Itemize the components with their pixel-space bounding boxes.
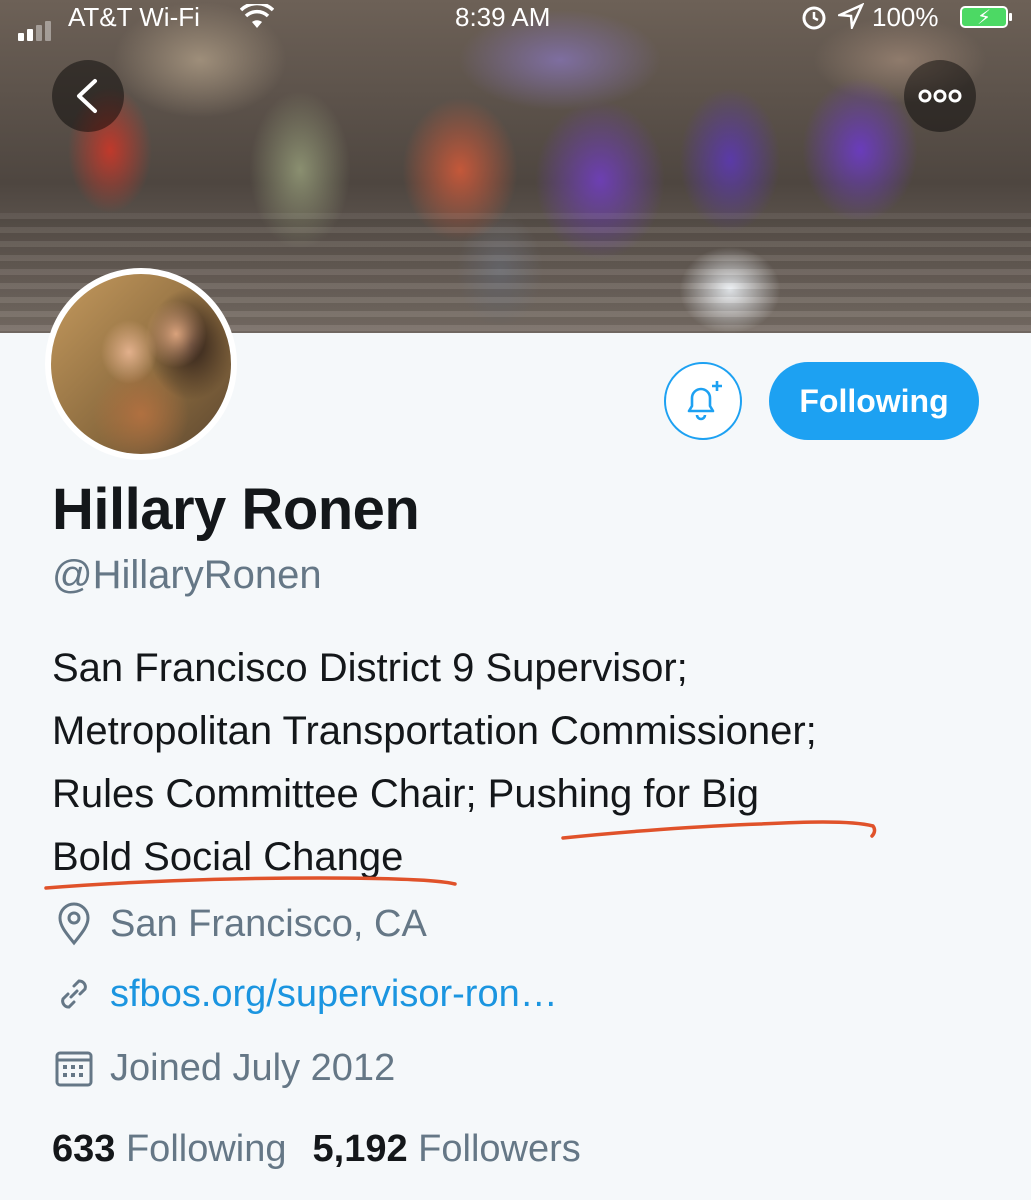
location-services-icon	[835, 2, 865, 36]
followers-count: 5,192	[312, 1128, 408, 1170]
following-count-label: Following	[125, 1128, 287, 1170]
bio-line: Bold Social Change	[52, 835, 404, 879]
bio-line: San Francisco District 9 Supervisor;	[52, 646, 688, 690]
location-pin-icon	[52, 902, 96, 946]
following-count: 633	[52, 1128, 116, 1170]
wifi-icon	[239, 1, 275, 37]
back-button[interactable]	[52, 60, 124, 132]
user-handle: @HillaryRonen	[52, 553, 322, 597]
notifications-button[interactable]	[664, 362, 742, 440]
following-count-link[interactable]: 633 Following	[52, 1128, 287, 1170]
status-bar: AT&T Wi-Fi 8:39 AM 100% ⚡	[0, 0, 1031, 41]
profile-avatar[interactable]	[45, 268, 237, 460]
followers-count-link[interactable]: 5,192 Followers	[313, 1128, 581, 1170]
battery-percent: 100%	[872, 2, 939, 32]
joined-text: Joined July 2012	[110, 1046, 396, 1089]
bell-plus-icon	[687, 381, 722, 421]
calendar-icon	[52, 1046, 96, 1090]
bio-line: Metropolitan Transportation Commissioner…	[52, 709, 817, 753]
carrier-label: AT&T Wi-Fi	[68, 2, 200, 32]
bio-line: Rules Committee Chair; Pushing for Big	[52, 772, 759, 816]
display-name: Hillary Ronen	[52, 477, 420, 542]
more-options-button[interactable]	[904, 60, 976, 132]
following-button[interactable]: Following	[769, 362, 979, 440]
profile-bio: San Francisco District 9 Supervisor; Met…	[52, 637, 1012, 889]
battery-icon: ⚡	[960, 6, 1012, 29]
profile-joined-date: Joined July 2012	[52, 1046, 395, 1090]
more-horizontal-icon	[918, 89, 962, 103]
follow-counts: 633 Following 5,192 Followers	[52, 1128, 581, 1171]
cell-signal-icon	[18, 10, 54, 41]
profile-website[interactable]: sfbos.org/supervisor-ron…	[52, 972, 558, 1016]
location-text: San Francisco, CA	[110, 902, 427, 945]
link-icon	[52, 972, 96, 1016]
followers-count-label: Followers	[418, 1128, 581, 1170]
chevron-left-icon	[77, 79, 97, 113]
alarm-icon	[800, 3, 828, 38]
clock-time: 8:39 AM	[455, 2, 551, 32]
website-link[interactable]: sfbos.org/supervisor-ron…	[110, 973, 558, 1016]
profile-location: San Francisco, CA	[52, 902, 427, 946]
